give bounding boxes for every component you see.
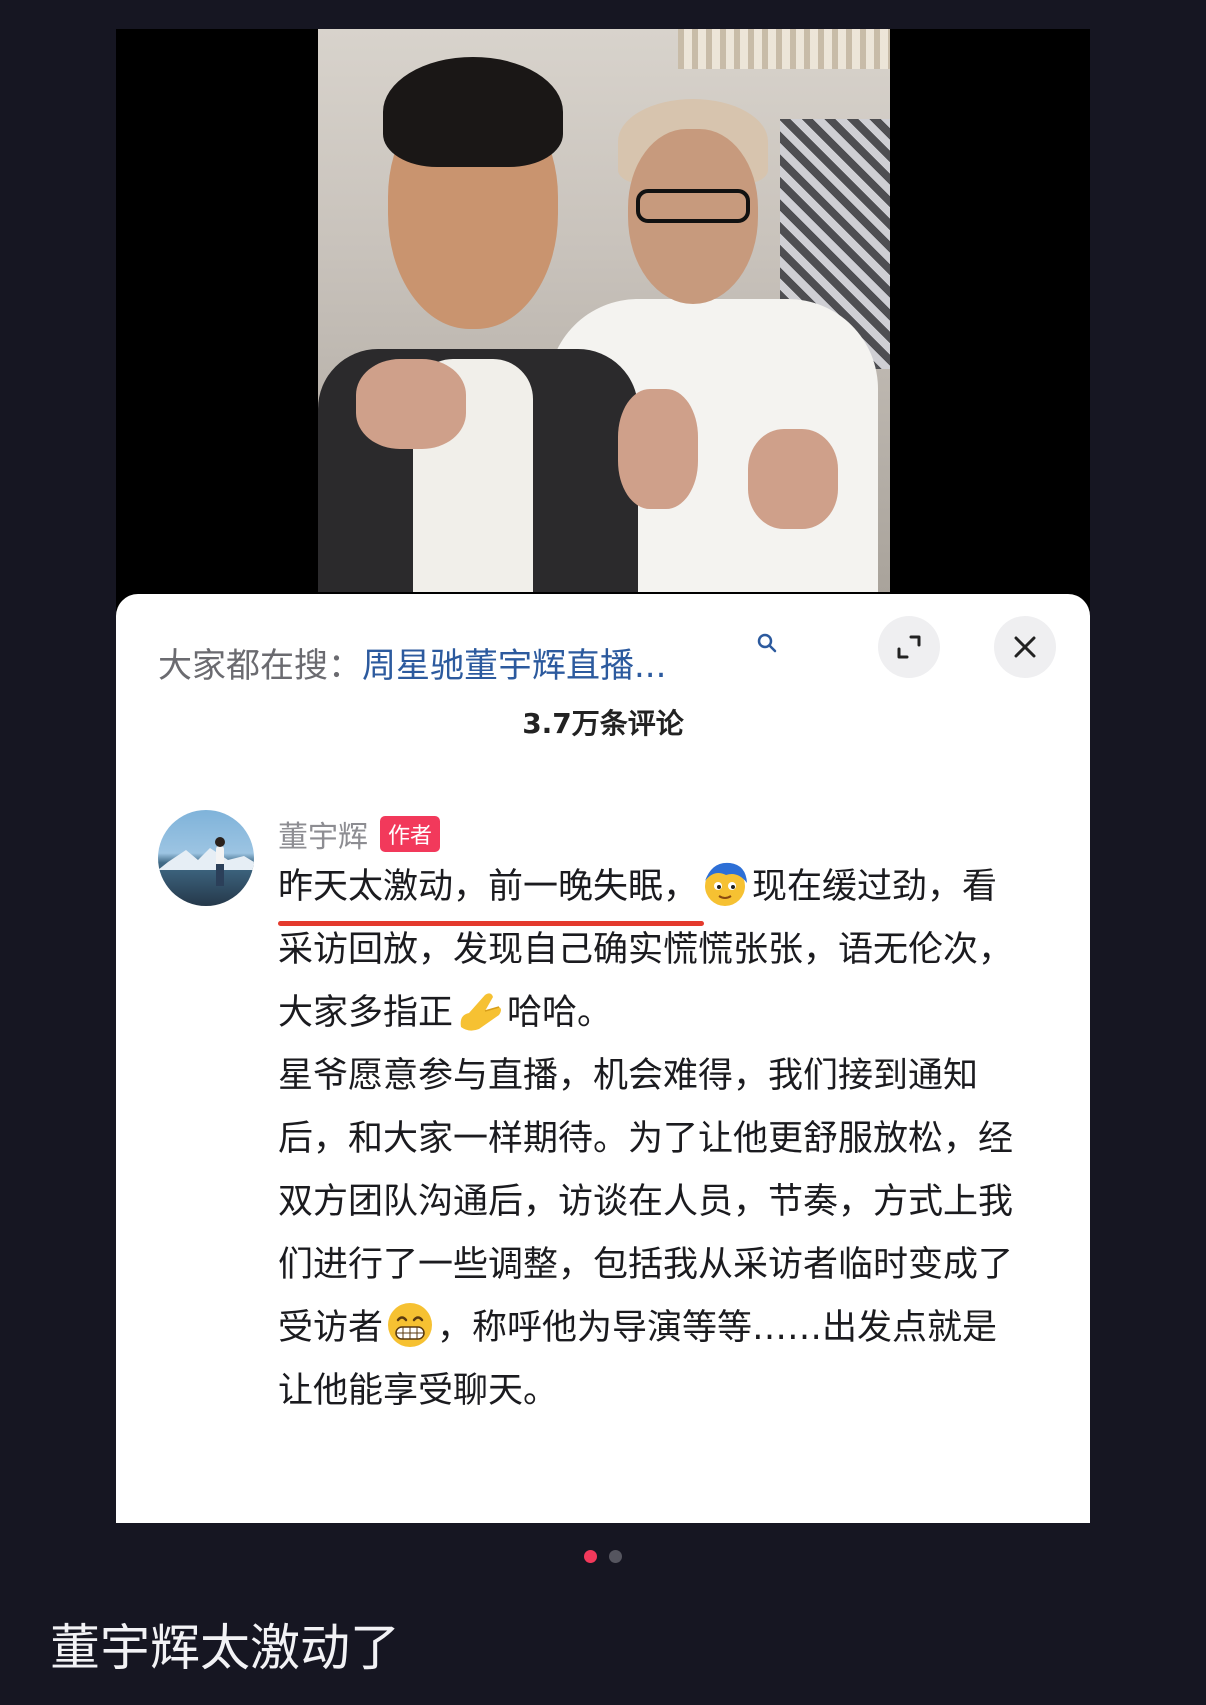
carousel-indicator [0,1550,1206,1563]
close-icon [1014,636,1036,658]
post-caption: 董宇辉太激动了 [50,1619,400,1677]
carousel-dot-active[interactable] [584,1550,597,1563]
comment-author-name[interactable]: 董宇辉 [278,812,368,856]
comment-count: 3.7万条评论 [522,707,684,740]
blush-emoji [705,862,748,906]
avatar[interactable] [158,810,254,906]
comment-author-row: 董宇辉 作者 [278,812,441,856]
carousel-dot[interactable] [609,1550,622,1563]
close-button[interactable] [994,616,1056,678]
trending-search[interactable]: 大家都在搜：周星驰董宇辉直播... [158,633,777,687]
author-badge: 作者 [380,816,441,852]
trending-search-term[interactable]: 周星驰董宇辉直播... [362,646,666,686]
expand-icon [897,635,921,659]
post-media[interactable]: 大家都在搜：周星驰董宇辉直播... 3.7万条评论 董宇辉 作者 昨天太激动，前… [116,29,1090,1523]
comment-text: 昨天太激动，前一晚失眠， 现在缓过劲，看采访回放，发现自己确实慌慌张张，语无伦次… [278,856,1018,1423]
grin-emoji [388,1303,433,1347]
search-icon [757,633,777,653]
expand-button[interactable] [878,616,940,678]
trending-search-label: 大家都在搜： [158,646,362,686]
comment-panel: 大家都在搜：周星驰董宇辉直播... 3.7万条评论 董宇辉 作者 昨天太激动，前… [116,594,1090,1523]
comment-text-part: 昨天太激动，前一晚失眠， [278,867,699,907]
post-photo [318,29,890,592]
bow-emoji [460,993,502,1031]
comment-text-part: 哈哈。 [507,993,613,1033]
